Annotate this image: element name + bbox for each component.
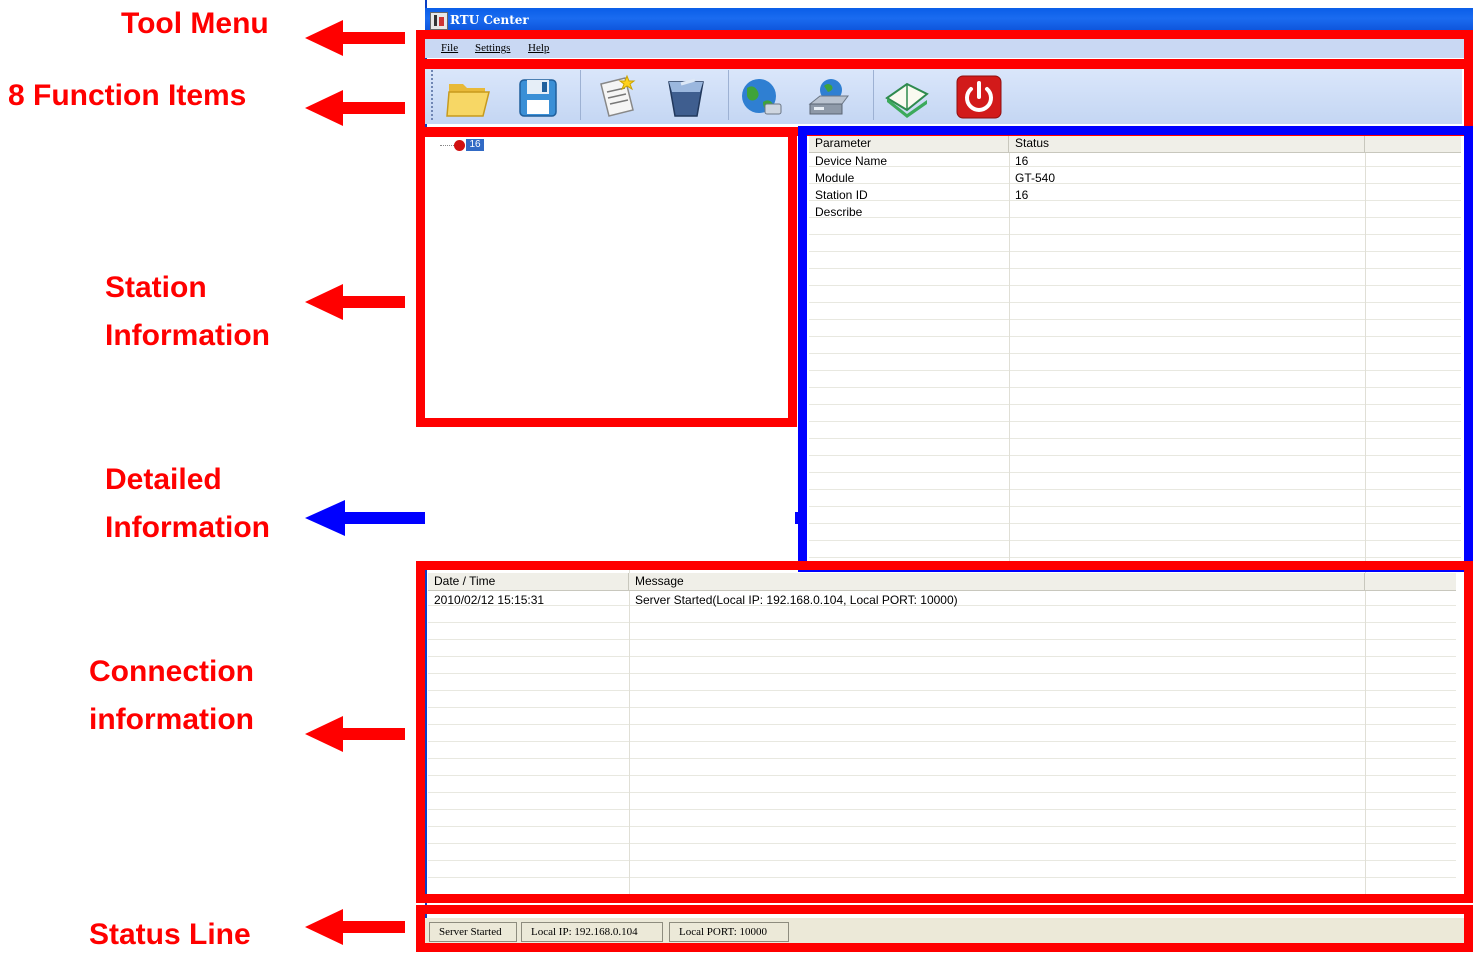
annotation-function-items: 8 Function Items — [8, 79, 247, 112]
annotation-detailed-information-2: Information — [105, 511, 270, 544]
highlight-detailed-information — [798, 126, 1473, 572]
annotation-station-information-1: Station — [105, 271, 207, 304]
arrow-function-items — [305, 90, 405, 126]
highlight-status-line — [416, 905, 1473, 952]
annotation-detailed-information-1: Detailed — [105, 463, 222, 496]
annotation-tool-menu: Tool Menu — [121, 7, 269, 40]
arrow-station-information — [305, 284, 405, 320]
arrow-status-line — [305, 909, 405, 945]
annotation-connection-information-2: information — [89, 703, 254, 736]
highlight-connection-information — [416, 561, 1473, 903]
arrow-connection-information — [305, 716, 405, 752]
annotation-connection-information-1: Connection — [89, 655, 254, 688]
annotation-station-information-2: Information — [105, 319, 270, 352]
highlight-function-items — [416, 60, 1473, 136]
window-title: RTU Center — [450, 13, 529, 27]
highlight-station-information — [416, 128, 797, 427]
arrow-tool-menu — [305, 20, 405, 56]
rtu-app-icon — [430, 12, 448, 30]
